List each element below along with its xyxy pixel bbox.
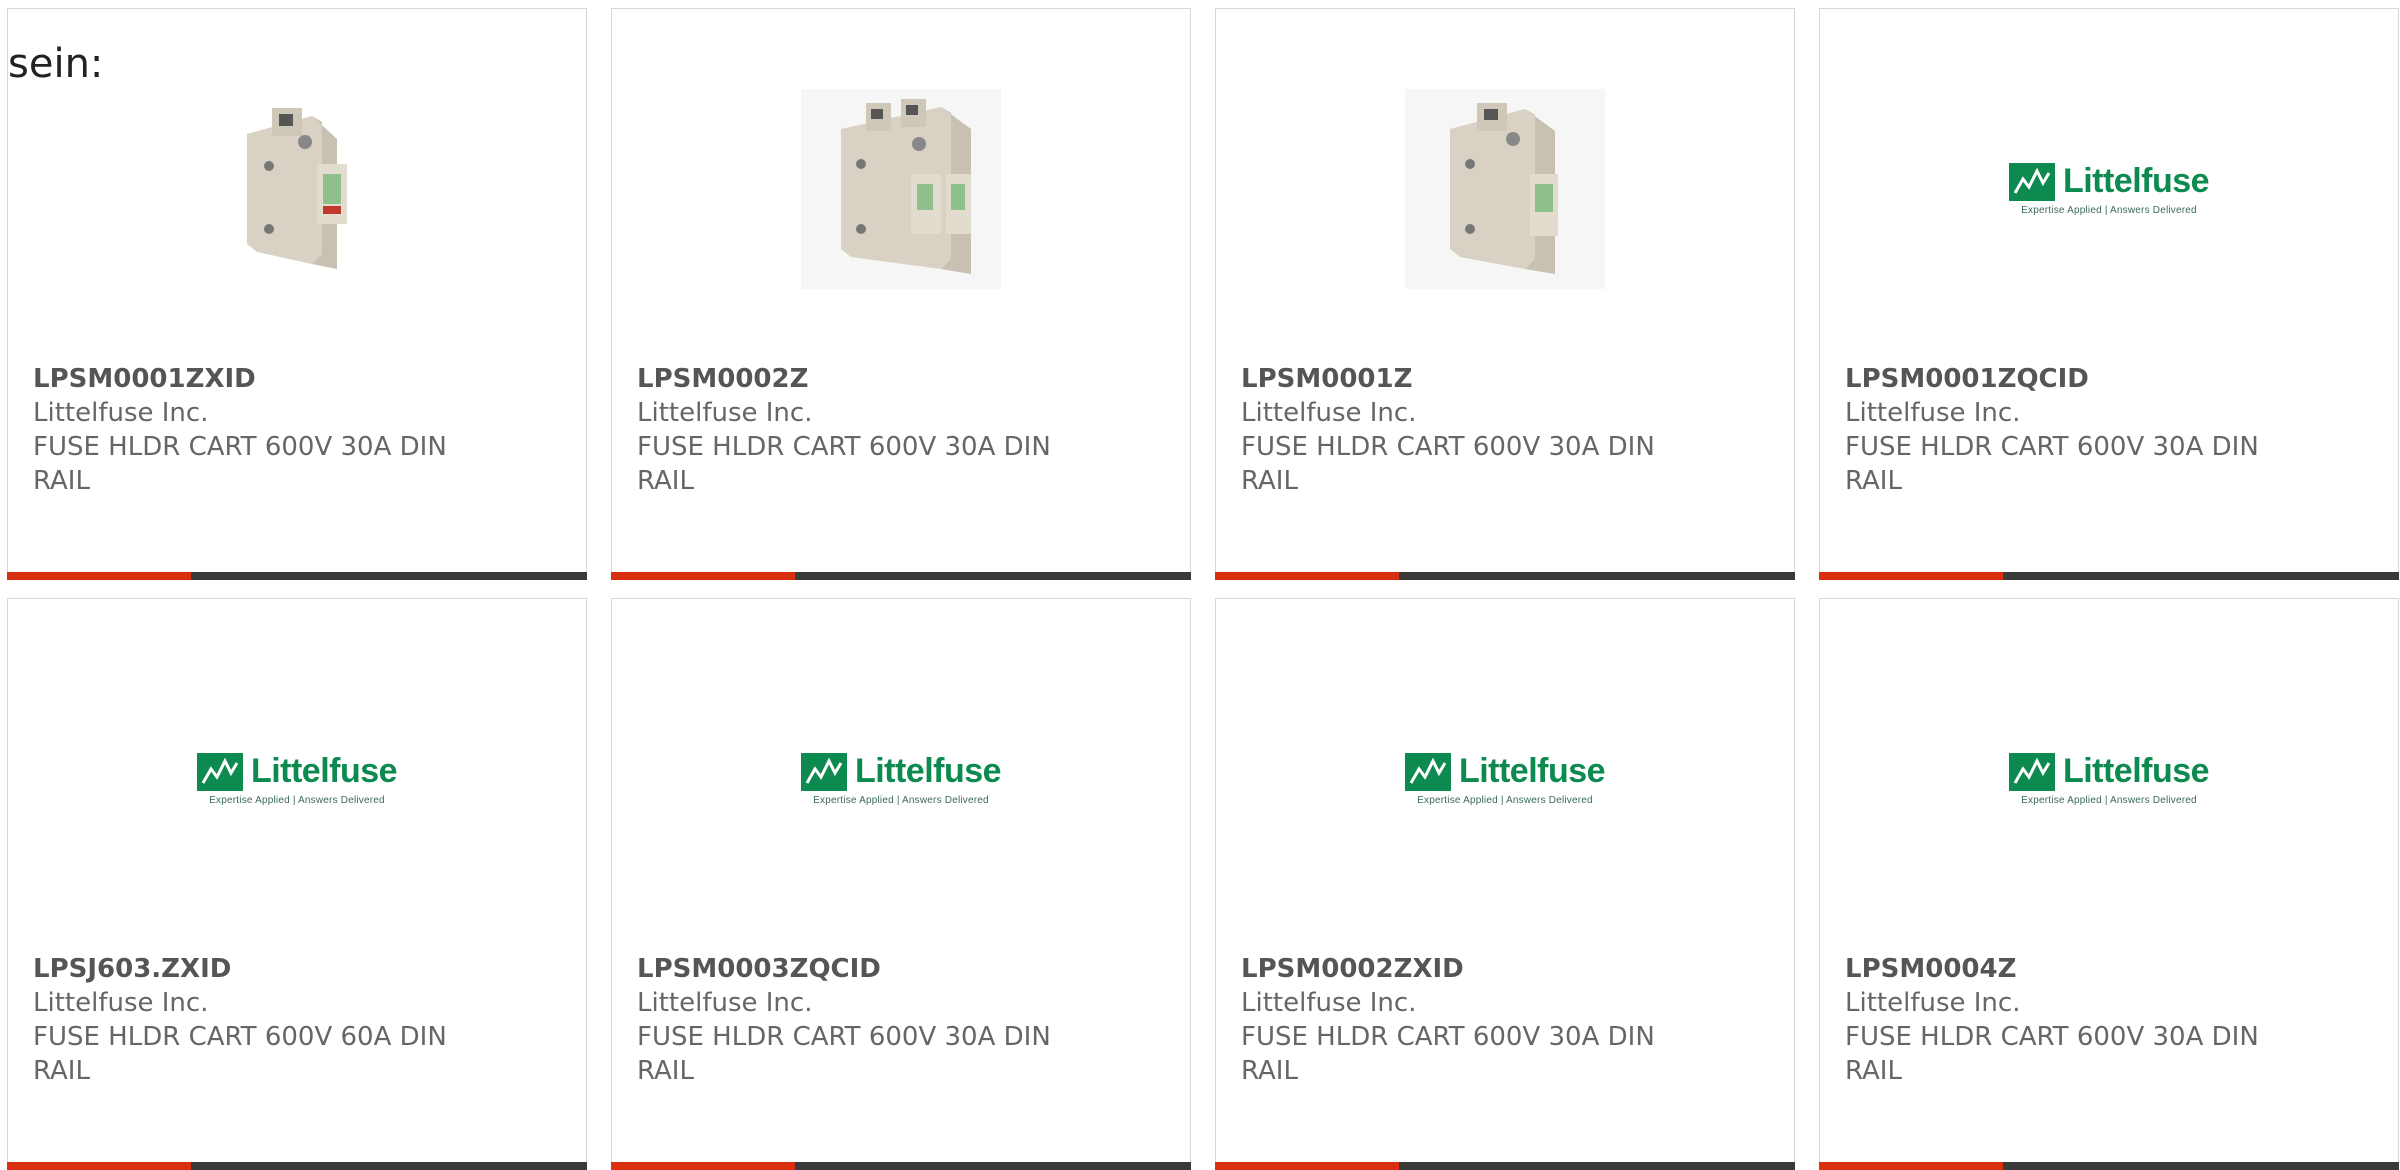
littelfuse-logo: Littelfuse Expertise Applied | Answers D…: [1404, 752, 1606, 806]
description: FUSE HLDR CART 600V 30A DIN RAIL: [33, 432, 447, 496]
card-bottom-bar: [611, 1162, 1191, 1170]
fuse-holder-1-pole-photo: [247, 108, 347, 269]
product-card[interactable]: Littelfuse Expertise Applied | Answers D…: [1819, 8, 2399, 580]
manufacturer: Littelfuse Inc.: [637, 988, 813, 1018]
product-grid: LPSM0001ZXID Littelfuse Inc. FUSE HLDR C…: [0, 0, 2400, 1170]
product-image[interactable]: [1216, 69, 1794, 309]
manufacturer: Littelfuse Inc.: [1241, 398, 1417, 428]
littelfuse-mark-icon: [2008, 752, 2055, 791]
product-card[interactable]: LPSM0002Z Littelfuse Inc. FUSE HLDR CART…: [611, 8, 1191, 580]
littelfuse-logo: Littelfuse Expertise Applied | Answers D…: [800, 752, 1002, 806]
product-image[interactable]: Littelfuse Expertise Applied | Answers D…: [1216, 659, 1794, 899]
part-number[interactable]: LPSM0001ZQCID: [1845, 363, 2089, 395]
description: FUSE HLDR CART 600V 30A DIN RAIL: [1241, 432, 1655, 496]
littelfuse-logo: Littelfuse Expertise Applied | Answers D…: [196, 752, 398, 806]
product-card[interactable]: Littelfuse Expertise Applied | Answers D…: [7, 598, 587, 1170]
description: FUSE HLDR CART 600V 30A DIN RAIL: [1845, 432, 2259, 496]
littelfuse-mark-icon: [196, 752, 243, 791]
littelfuse-mark-icon: [800, 752, 847, 791]
manufacturer: Littelfuse Inc.: [1845, 398, 2021, 428]
description: FUSE HLDR CART 600V 60A DIN RAIL: [33, 1022, 447, 1086]
card-bottom-bar: [611, 572, 1191, 580]
product-image[interactable]: [8, 69, 586, 309]
product-card[interactable]: Littelfuse Expertise Applied | Answers D…: [1215, 598, 1795, 1170]
part-number[interactable]: LPSM0001Z: [1241, 363, 1412, 395]
manufacturer: Littelfuse Inc.: [1241, 988, 1417, 1018]
product-card[interactable]: LPSM0001Z Littelfuse Inc. FUSE HLDR CART…: [1215, 8, 1795, 580]
littelfuse-mark-icon: [2008, 162, 2055, 201]
part-number[interactable]: LPSJ603.ZXID: [33, 953, 231, 985]
part-number[interactable]: LPSM0002ZXID: [1241, 953, 1464, 985]
product-image[interactable]: Littelfuse Expertise Applied | Answers D…: [1820, 69, 2398, 309]
fuse-holder-2-pole-photo: [801, 89, 1001, 289]
product-image[interactable]: Littelfuse Expertise Applied | Answers D…: [612, 659, 1190, 899]
part-number[interactable]: LPSM0003ZQCID: [637, 953, 881, 985]
card-bottom-bar: [7, 1162, 587, 1170]
littelfuse-logo: Littelfuse Expertise Applied | Answers D…: [2008, 162, 2210, 216]
part-number[interactable]: LPSM0002Z: [637, 363, 808, 395]
description: FUSE HLDR CART 600V 30A DIN RAIL: [1845, 1022, 2259, 1086]
product-image[interactable]: Littelfuse Expertise Applied | Answers D…: [8, 659, 586, 899]
part-number[interactable]: LPSM0004Z: [1845, 953, 2016, 985]
description: FUSE HLDR CART 600V 30A DIN RAIL: [637, 432, 1051, 496]
littelfuse-mark-icon: [1404, 752, 1451, 791]
manufacturer: Littelfuse Inc.: [637, 398, 813, 428]
part-number[interactable]: LPSM0001ZXID: [33, 363, 256, 395]
intro-text: sein:: [8, 41, 104, 87]
card-bottom-bar: [1819, 572, 2399, 580]
fuse-holder-1-pole-photo: [1405, 89, 1605, 289]
description: FUSE HLDR CART 600V 30A DIN RAIL: [1241, 1022, 1655, 1086]
card-bottom-bar: [7, 572, 587, 580]
product-card[interactable]: Littelfuse Expertise Applied | Answers D…: [1819, 598, 2399, 1170]
product-card[interactable]: LPSM0001ZXID Littelfuse Inc. FUSE HLDR C…: [7, 8, 587, 580]
manufacturer: Littelfuse Inc.: [33, 988, 209, 1018]
product-card[interactable]: Littelfuse Expertise Applied | Answers D…: [611, 598, 1191, 1170]
card-bottom-bar: [1215, 1162, 1795, 1170]
manufacturer: Littelfuse Inc.: [1845, 988, 2021, 1018]
littelfuse-logo: Littelfuse Expertise Applied | Answers D…: [2008, 752, 2210, 806]
manufacturer: Littelfuse Inc.: [33, 398, 209, 428]
description: FUSE HLDR CART 600V 30A DIN RAIL: [637, 1022, 1051, 1086]
card-bottom-bar: [1819, 1162, 2399, 1170]
product-image[interactable]: Littelfuse Expertise Applied | Answers D…: [1820, 659, 2398, 899]
product-image[interactable]: [612, 69, 1190, 309]
card-bottom-bar: [1215, 572, 1795, 580]
